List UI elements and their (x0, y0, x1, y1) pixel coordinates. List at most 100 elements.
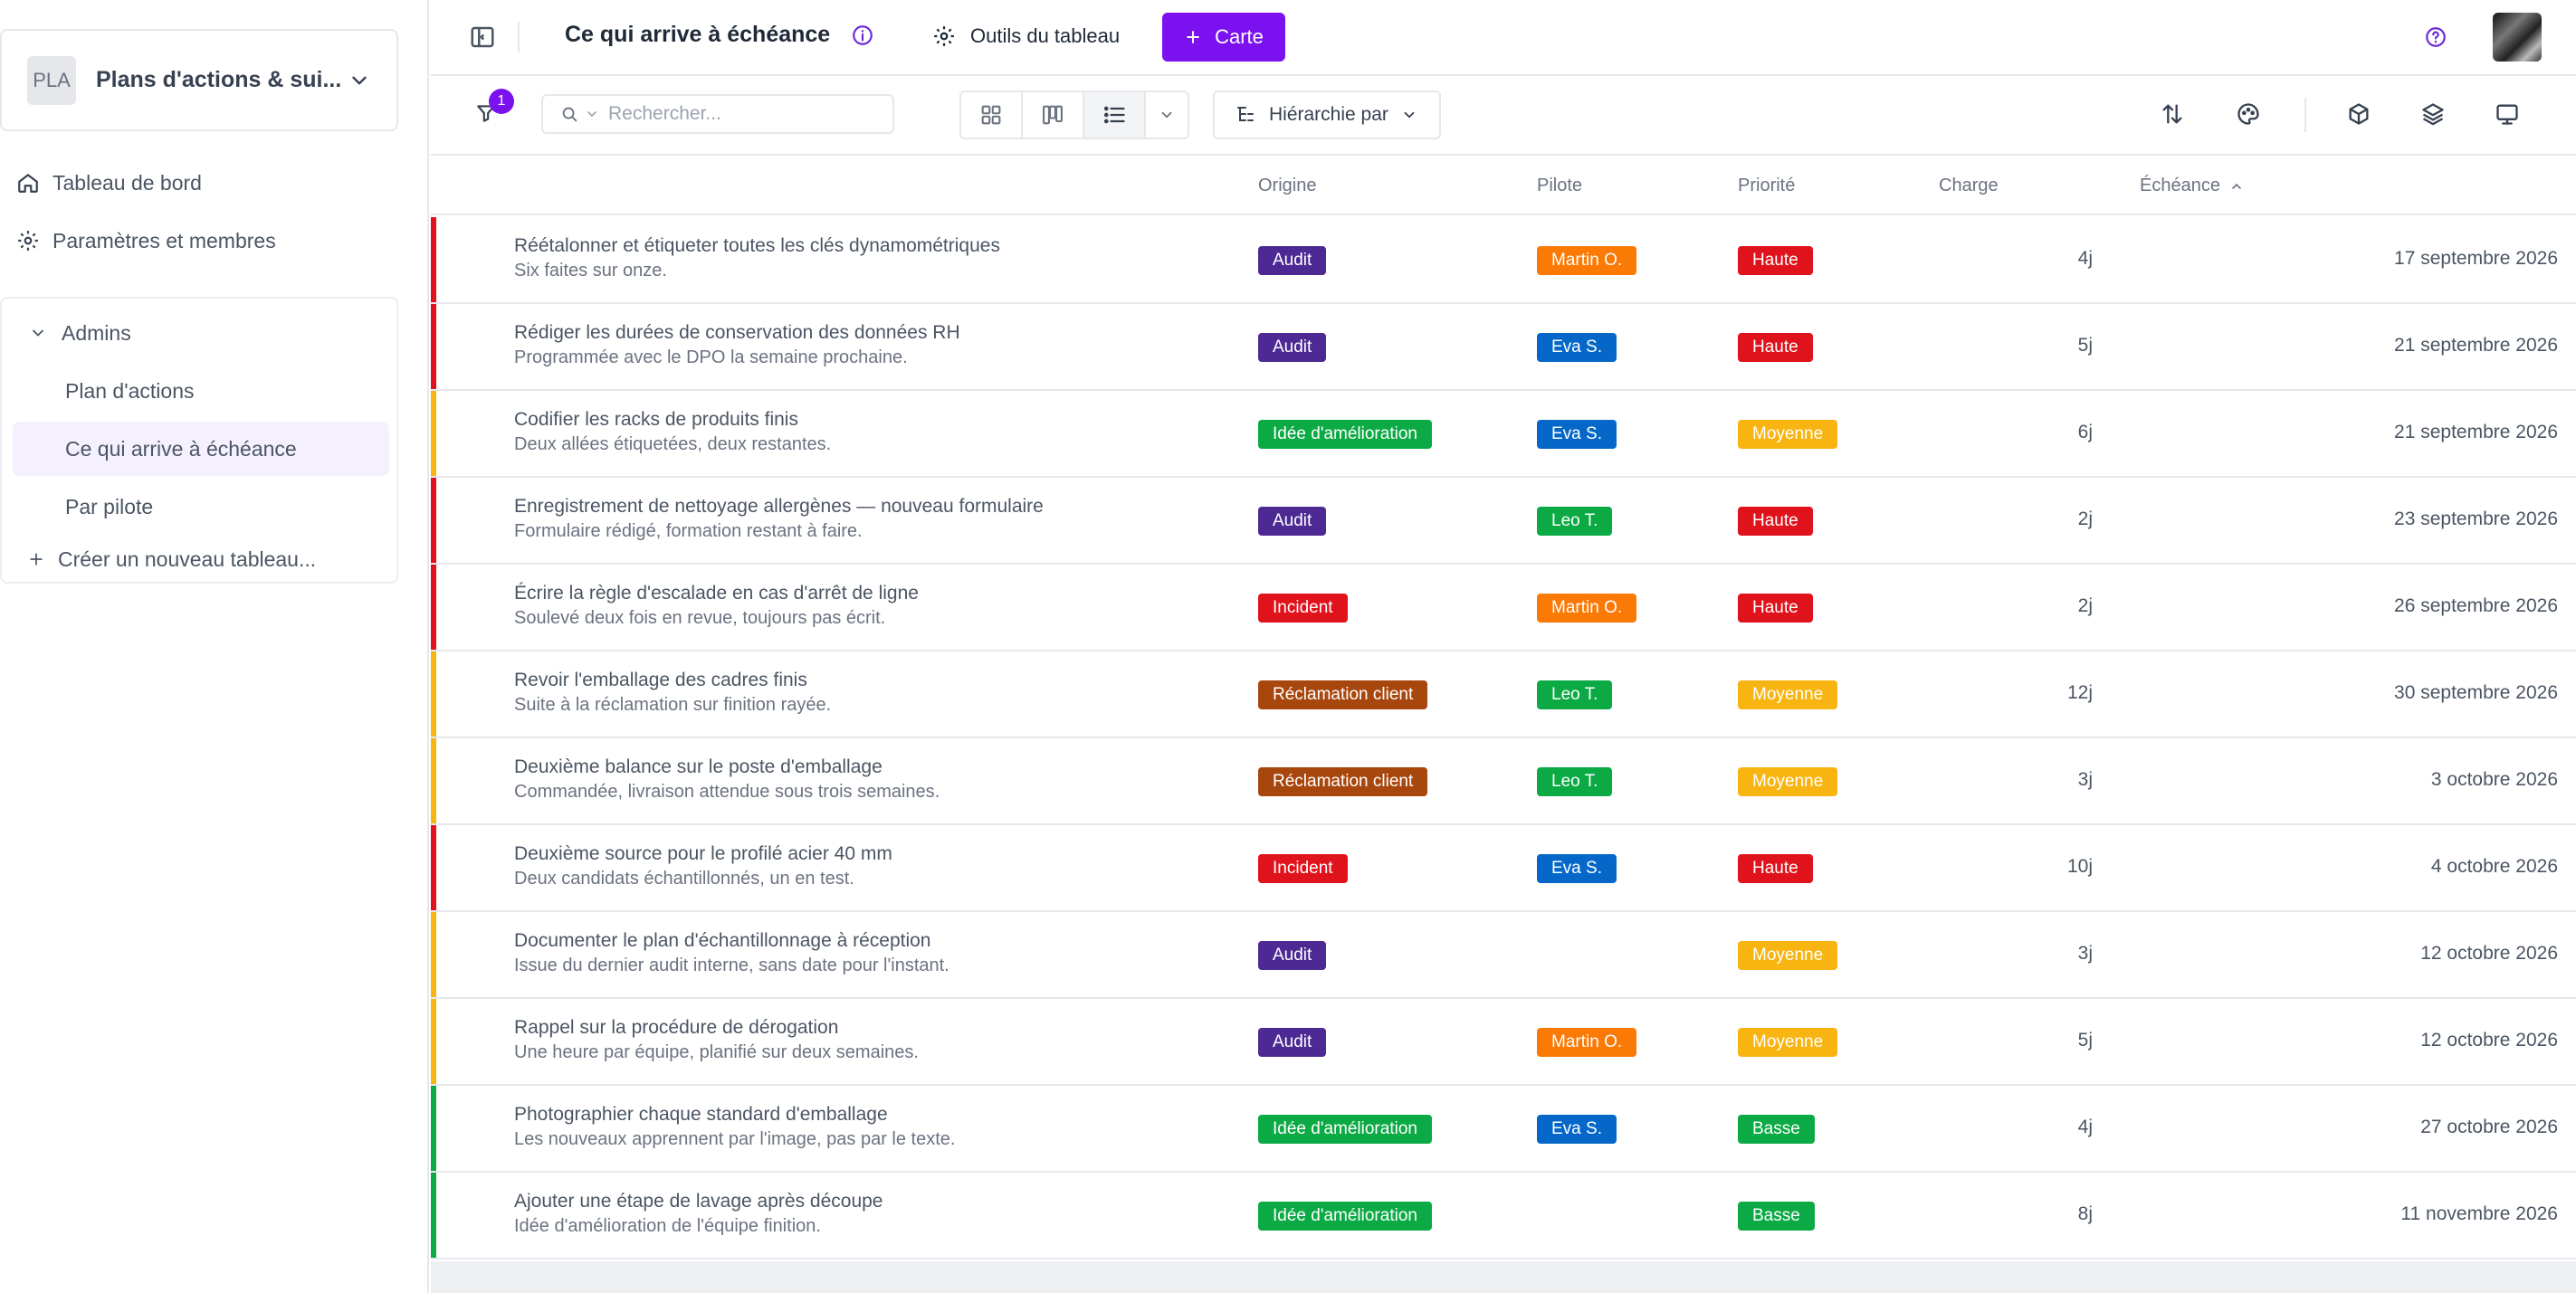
table-row[interactable]: Ajouter une étape de lavage après découp… (431, 1173, 2576, 1260)
card-subtitle: Idée d'amélioration de l'équipe finition… (514, 1216, 821, 1236)
sort-button[interactable] (2160, 101, 2187, 128)
top-bar: Ce qui arrive à échéance Outils du table… (431, 0, 2576, 76)
help-icon[interactable] (2424, 25, 2447, 49)
priority-stripe (431, 999, 436, 1084)
nav-dashboard[interactable]: Tableau de bord (0, 159, 398, 206)
table-row[interactable]: Deuxième source pour le profilé acier 40… (431, 825, 2576, 912)
search-box[interactable] (541, 94, 894, 134)
charge-value: 3j (2077, 769, 2093, 790)
table-row[interactable]: Réétalonner et étiqueter toutes les clés… (431, 217, 2576, 304)
pilot-tag: Leo T. (1537, 507, 1613, 536)
priority-stripe (431, 565, 436, 650)
column-charge[interactable]: Charge (1939, 176, 1999, 196)
view-more-button[interactable] (1146, 92, 1188, 138)
card-title[interactable]: Enregistrement de nettoyage allergènes —… (514, 496, 1044, 518)
group-title: Admins (62, 320, 131, 345)
table-row[interactable]: Codifier les racks de produits finis Deux… (431, 391, 2576, 478)
view-list-button[interactable] (1084, 92, 1146, 138)
card-title[interactable]: Réétalonner et étiqueter toutes les clés… (514, 235, 1000, 257)
search-input[interactable] (608, 103, 862, 125)
card-title[interactable]: Rappel sur la procédure de dérogation (514, 1017, 838, 1039)
card-title[interactable]: Revoir l'emballage des cadres finis (514, 670, 807, 691)
table-footer (431, 1261, 2576, 1293)
pilot-tag: Martin O. (1537, 246, 1637, 275)
due-date: 12 octobre 2026 (2420, 1030, 2558, 1051)
card-title[interactable]: Documenter le plan d'échantillonnage à r… (514, 930, 930, 952)
nav-settings[interactable]: Paramètres et membres (0, 217, 398, 264)
filter-count-badge: 1 (489, 89, 514, 114)
table-row[interactable]: Deuxième balance sur le poste d'emballag… (431, 738, 2576, 825)
card-subtitle: Soulevé deux fois en revue, toujours pas… (514, 608, 886, 628)
priority-stripe (431, 478, 436, 563)
table-row[interactable]: Rédiger les durées de conservation des d… (431, 304, 2576, 391)
create-board-button[interactable]: Créer un nouveau tableau... (27, 536, 316, 583)
colors-button[interactable] (2236, 101, 2263, 128)
due-date: 12 octobre 2026 (2420, 943, 2558, 964)
origin-tag: Réclamation client (1258, 767, 1428, 796)
fields-button[interactable] (2346, 101, 2373, 128)
table-row[interactable]: Écrire la règle d'escalade en cas d'arrê… (431, 565, 2576, 651)
priority-tag: Moyenne (1738, 680, 1838, 709)
board-item-plan-actions[interactable]: Plan d'actions (13, 364, 389, 418)
card-title[interactable]: Codifier les racks de produits finis (514, 409, 798, 431)
sort-ascending-icon (2232, 183, 2241, 189)
table-row[interactable]: Revoir l'emballage des cadres finis Suite… (431, 651, 2576, 738)
sidebar-toggle-icon[interactable] (469, 24, 496, 51)
board-tools-label: Outils du tableau (970, 24, 1121, 47)
priority-tag: Moyenne (1738, 420, 1838, 449)
present-button[interactable] (2495, 101, 2522, 128)
card-title[interactable]: Rédiger les durées de conservation des d… (514, 322, 960, 344)
board-tools-button[interactable]: Outils du tableau (932, 20, 1120, 52)
due-date: 30 septembre 2026 (2394, 682, 2558, 703)
charge-value: 4j (2077, 1117, 2093, 1137)
card-title[interactable]: Écrire la règle d'escalade en cas d'arrê… (514, 583, 919, 604)
view-grid-button[interactable] (961, 92, 1023, 138)
hierarchy-icon (1237, 107, 1254, 121)
origin-tag: Idée d'amélioration (1258, 1115, 1432, 1144)
page-title: Ce qui arrive à échéance (565, 22, 831, 47)
card-title[interactable]: Photographier chaque standard d'emballag… (514, 1104, 888, 1126)
chevron-down-icon[interactable] (585, 107, 599, 121)
board-item-echeance[interactable]: Ce qui arrive à échéance (13, 422, 389, 476)
card-title[interactable]: Ajouter une étape de lavage après découp… (514, 1191, 883, 1212)
priority-stripe (431, 1173, 436, 1258)
card-title[interactable]: Deuxième source pour le profilé acier 40… (514, 843, 892, 865)
table-row[interactable]: Enregistrement de nettoyage allergènes —… (431, 478, 2576, 565)
card-title[interactable]: Deuxième balance sur le poste d'emballag… (514, 756, 883, 778)
charge-value: 5j (2077, 335, 2093, 356)
priority-stripe (431, 738, 436, 823)
pilot-tag: Eva S. (1537, 333, 1617, 362)
board-item-label: Par pilote (65, 494, 154, 518)
column-due[interactable]: Échéance (2140, 176, 2244, 196)
priority-tag: Moyenne (1738, 767, 1838, 796)
view-kanban-button[interactable] (1023, 92, 1084, 138)
board-item-par-pilote[interactable]: Par pilote (13, 480, 389, 534)
list-icon (1103, 106, 1125, 124)
priority-tag: Basse (1738, 1115, 1815, 1144)
hierarchy-label: Hiérarchie par (1269, 104, 1388, 125)
card-subtitle: Programmée avec le DPO la semaine procha… (514, 347, 908, 367)
due-date: 3 octobre 2026 (2430, 769, 2558, 790)
origin-tag: Incident (1258, 594, 1348, 623)
table-row[interactable]: Rappel sur la procédure de dérogation Une… (431, 999, 2576, 1086)
user-avatar[interactable] (2493, 13, 2542, 62)
pilot-tag: Martin O. (1537, 1028, 1637, 1057)
workspace-avatar: PLA (27, 55, 76, 105)
table-row[interactable]: Photographier chaque standard d'emballag… (431, 1086, 2576, 1173)
sidebar: PLA Plans d'actions & sui... Tableau de … (0, 0, 429, 1293)
column-origin[interactable]: Origine (1258, 176, 1316, 196)
table-row[interactable]: Documenter le plan d'échantillonnage à r… (431, 912, 2576, 999)
add-card-button[interactable]: Carte (1162, 13, 1285, 62)
group-toggle[interactable]: Admins (29, 309, 131, 357)
info-icon[interactable] (851, 24, 874, 47)
column-priority[interactable]: Priorité (1738, 176, 1795, 196)
home-icon (18, 174, 38, 193)
layers-button[interactable] (2420, 101, 2447, 128)
column-pilot[interactable]: Pilote (1537, 176, 1582, 196)
add-card-label: Carte (1215, 25, 1264, 48)
priority-stripe (431, 217, 436, 302)
board-group: Admins Plan d'actions Ce qui arrive à éc… (0, 297, 398, 584)
workspace-switcher[interactable]: PLA Plans d'actions & sui... (0, 29, 398, 131)
view-switcher (959, 90, 1189, 139)
hierarchy-button[interactable]: Hiérarchie par (1213, 90, 1441, 139)
